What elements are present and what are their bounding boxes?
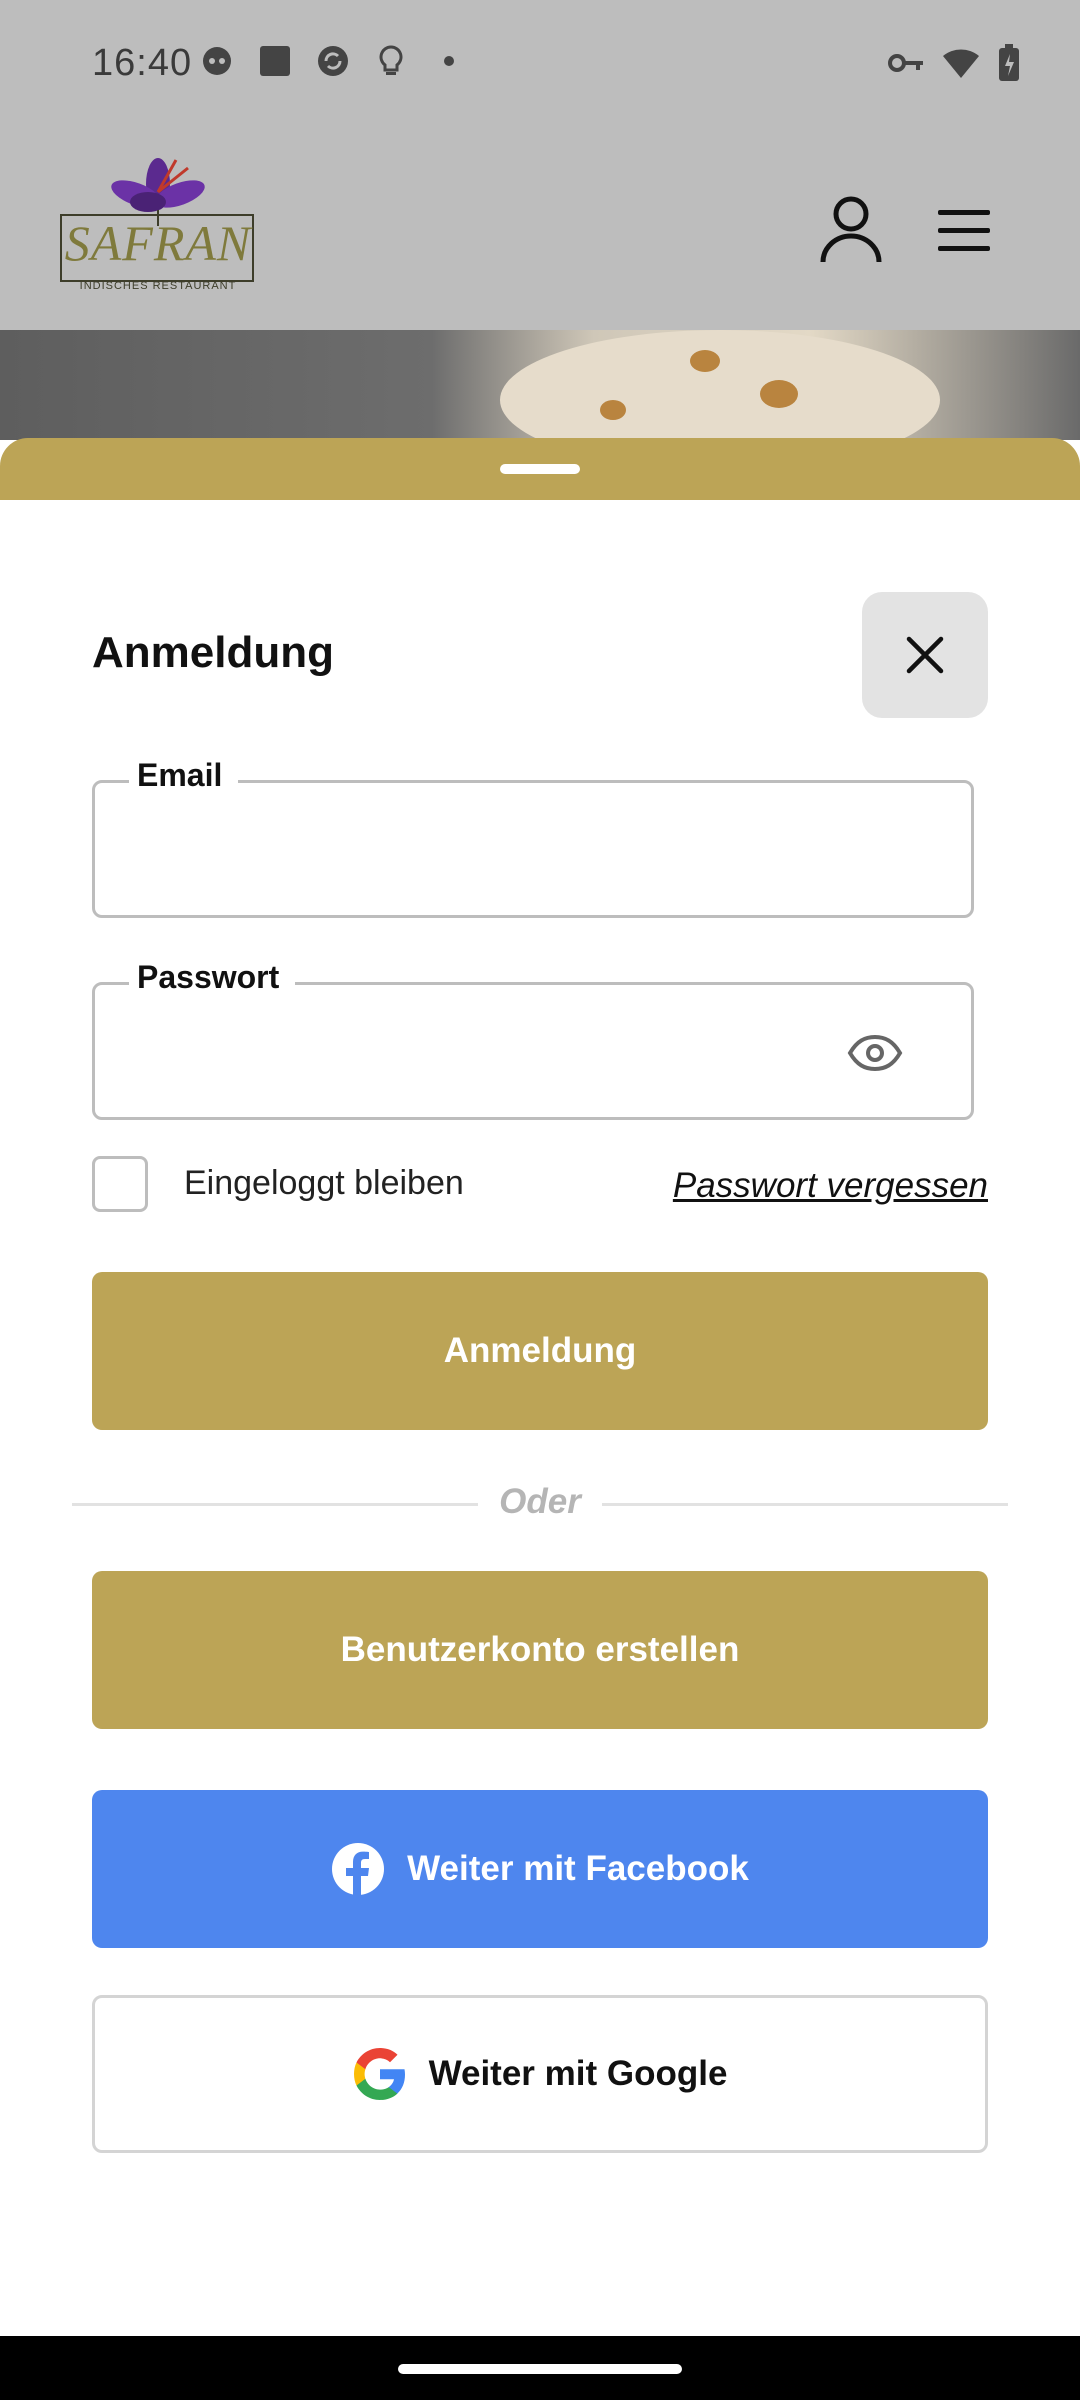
google-button-label: Weiter mit Google: [428, 2054, 728, 2093]
safran-logo[interactable]: SAFRAN INDISCHES RESTAURANT: [58, 158, 258, 298]
facebook-login-button[interactable]: Weiter mit Facebook: [92, 1790, 988, 1948]
google-login-button[interactable]: Weiter mit Google: [92, 1995, 988, 2153]
show-password-icon[interactable]: [847, 1029, 903, 1077]
remember-checkbox[interactable]: [92, 1156, 148, 1212]
close-icon: [906, 636, 944, 674]
notification-icons: [200, 44, 466, 78]
close-button[interactable]: [862, 592, 988, 718]
password-input[interactable]: [125, 1015, 889, 1087]
user-account-icon[interactable]: [818, 194, 884, 264]
logo-subtitle: INDISCHES RESTAURANT: [79, 280, 237, 292]
system-nav-bar: [0, 2336, 1080, 2400]
facebook-button-label: Weiter mit Facebook: [407, 1849, 749, 1888]
battery-icon: [999, 44, 1019, 81]
email-field[interactable]: Email: [92, 757, 974, 918]
home-gesture-pill[interactable]: [398, 2364, 682, 2374]
vpn-key-icon: [888, 54, 923, 72]
email-label: Email: [129, 757, 239, 794]
login-button[interactable]: Anmeldung: [92, 1272, 988, 1430]
register-button-label: Benutzerkonto erstellen: [340, 1630, 740, 1669]
hero-food-image: [0, 330, 1080, 440]
facebook-icon: [331, 1842, 385, 1896]
dot-icon: [444, 56, 454, 66]
logo-text: SAFRAN: [64, 215, 252, 271]
hamburger-menu-icon[interactable]: [936, 208, 992, 254]
notification-face-icon: [203, 47, 231, 75]
system-icons: [888, 44, 1020, 82]
login-sheet: Anmeldung Email Passwort Eingeloggt blei…: [0, 500, 1080, 2336]
password-label: Passwort: [129, 959, 296, 996]
app-header: SAFRAN INDISCHES RESTAURANT: [0, 134, 1080, 330]
notification-square-icon: [260, 46, 290, 76]
status-time: 16:40: [92, 42, 193, 84]
email-input[interactable]: [125, 813, 889, 885]
lightbulb-icon: [379, 45, 403, 75]
forgot-password-link[interactable]: Passwort vergessen: [673, 1166, 988, 1206]
login-button-label: Anmeldung: [443, 1331, 637, 1370]
page-title: Anmeldung: [92, 628, 334, 677]
wifi-icon: [943, 49, 979, 78]
password-field[interactable]: Passwort: [92, 959, 974, 1120]
divider-text: Oder: [499, 1482, 581, 1521]
status-bar: 16:40: [0, 0, 1080, 134]
sheet-drag-bar[interactable]: [0, 438, 1080, 502]
divider-right: [602, 1503, 1008, 1506]
drag-handle[interactable]: [500, 464, 580, 474]
remember-label: Eingeloggt bleiben: [184, 1164, 464, 1202]
naan-bread-image: [500, 330, 940, 440]
sync-icon: [318, 46, 348, 76]
google-icon: [353, 2047, 407, 2101]
register-button[interactable]: Benutzerkonto erstellen: [92, 1571, 988, 1729]
